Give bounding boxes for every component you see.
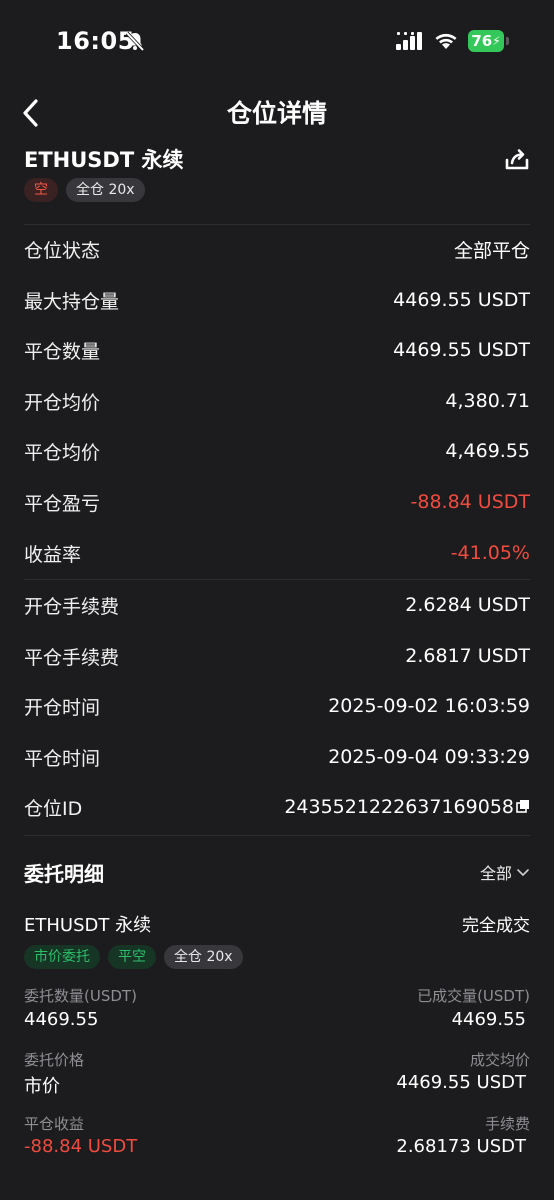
order-type-badge: 市价委托 [24, 945, 100, 969]
status-bar: 16:05 76 ⚡ [0, 0, 554, 80]
detail-row-close-time: 平仓时间 2025-09-04 09:33:29 [24, 732, 530, 782]
detail-row-position-id: 仓位ID 2435521222637169058 [24, 782, 530, 832]
avg-price-label: 成交均价 [469, 1051, 530, 1069]
side-badge: 空 [24, 178, 58, 202]
order-price-value: 市价 [24, 1076, 60, 1097]
detail-value: 4,469.55 [445, 440, 530, 462]
filled-qty-value: 4469.55 [451, 1009, 526, 1030]
detail-value: 2435521222637169058 [284, 795, 514, 818]
detail-row-roi: 收益率 -41.05% [24, 528, 530, 578]
detail-label: 收益率 [24, 543, 82, 566]
page-title: 仓位详情 [226, 99, 327, 128]
detail-label: 开仓手续费 [24, 595, 120, 618]
order-tags: 市价委托 平空 全仓 20x [24, 945, 243, 969]
position-id-value: 2435521222637169058 [284, 796, 530, 819]
detail-value: 2.6817 USDT [405, 645, 530, 667]
detail-label: 最大持仓量 [24, 290, 120, 313]
fee-label: 手续费 [484, 1115, 530, 1133]
battery-icon: 76 ⚡ [468, 30, 504, 52]
detail-label: 开仓均价 [24, 391, 101, 414]
share-icon[interactable] [504, 146, 530, 176]
wifi-icon [433, 31, 459, 55]
detail-label: 平仓盈亏 [24, 492, 101, 515]
detail-value: 4469.55 USDT [393, 289, 530, 311]
detail-value: 2025-09-02 16:03:59 [328, 695, 530, 717]
battery-tip [506, 37, 509, 45]
order-margin-badge: 全仓 20x [164, 945, 243, 969]
detail-row-close-qty: 平仓数量 4469.55 USDT [24, 325, 530, 375]
orders-filter-dropdown[interactable]: 全部 [480, 860, 530, 884]
battery-level: 76 [471, 32, 493, 50]
detail-row-open-avg: 开仓均价 4,380.71 [24, 376, 530, 426]
detail-value: -88.84 USDT [410, 491, 531, 513]
order-action-badge: 平空 [108, 945, 156, 969]
orders-filter-label: 全部 [479, 864, 512, 883]
fee-value: 2.68173 USDT [396, 1136, 526, 1157]
detail-label: 仓位状态 [24, 239, 101, 262]
detail-value: 4,380.71 [445, 390, 530, 412]
detail-row-open-fee: 开仓手续费 2.6284 USDT [24, 580, 530, 630]
detail-row-pnl: 平仓盈亏 -88.84 USDT [24, 477, 530, 527]
divider [24, 835, 530, 836]
copy-icon[interactable] [516, 796, 530, 818]
avg-price-value: 4469.55 USDT [396, 1072, 526, 1093]
detail-label: 仓位ID [24, 797, 83, 820]
orders-section-title: 委托明细 [24, 862, 104, 886]
pnl-value: -88.84 USDT [24, 1136, 138, 1157]
detail-row-open-time: 开仓时间 2025-09-02 16:03:59 [24, 681, 530, 731]
order-status: 完全成交 [462, 916, 530, 936]
nav-bar: 仓位详情 [0, 84, 554, 140]
detail-value: -41.05% [450, 542, 530, 564]
detail-value: 4469.55 USDT [393, 339, 530, 361]
detail-row-close-fee: 平仓手续费 2.6817 USDT [24, 631, 530, 681]
margin-badge: 全仓 20x [66, 178, 145, 202]
order-pair: ETHUSDT 永续 [24, 915, 152, 936]
detail-label: 平仓时间 [24, 747, 101, 770]
detail-row-max-position: 最大持仓量 4469.55 USDT [24, 275, 530, 325]
detail-label: 平仓数量 [24, 340, 101, 363]
order-qty-value: 4469.55 [24, 1009, 99, 1030]
position-pair: ETHUSDT 永续 [24, 148, 184, 172]
cellular-signal-icon [396, 32, 424, 56]
detail-value: 2.6284 USDT [405, 594, 530, 616]
detail-row-status: 仓位状态 全部平仓 [24, 224, 530, 274]
position-tags: 空 全仓 20x [24, 178, 145, 202]
detail-label: 平仓手续费 [24, 646, 120, 669]
pnl-label: 平仓收益 [24, 1115, 85, 1133]
detail-row-close-avg: 平仓均价 4,469.55 [24, 426, 530, 476]
detail-label: 开仓时间 [24, 696, 101, 719]
order-price-label: 委托价格 [24, 1051, 85, 1069]
chevron-down-icon [516, 863, 530, 882]
order-qty-label: 委托数量(USDT) [24, 987, 137, 1005]
mute-bell-icon [124, 30, 146, 56]
filled-qty-label: 已成交量(USDT) [417, 987, 530, 1005]
detail-value: 2025-09-04 09:33:29 [328, 746, 530, 768]
detail-label: 平仓均价 [24, 441, 101, 464]
detail-value: 全部平仓 [453, 239, 530, 262]
